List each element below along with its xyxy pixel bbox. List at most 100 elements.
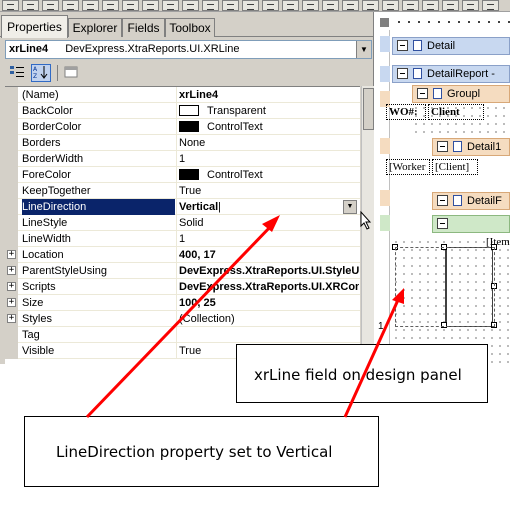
tab-fields[interactable]: Fields [122, 18, 165, 37]
property-row[interactable]: BackColor Transparent [5, 103, 360, 119]
property-row[interactable]: + Location 400, 17 [5, 247, 360, 263]
expand-icon[interactable]: + [7, 266, 16, 275]
column-divider[interactable] [176, 199, 177, 215]
toolbar-button[interactable] [142, 0, 159, 11]
property-row[interactable]: (Name) xrLine4 [5, 87, 360, 103]
toolbar-button[interactable] [222, 0, 239, 11]
property-row[interactable]: + Size 100, 25 [5, 295, 360, 311]
band-detailreport[interactable]: DetailReport - [392, 65, 510, 83]
expand-icon[interactable]: + [7, 314, 16, 323]
toolbar-button[interactable] [382, 0, 399, 11]
toolbar-button[interactable] [362, 0, 379, 11]
property-row[interactable]: BorderWidth 1 [5, 151, 360, 167]
grid-scrollbar[interactable] [361, 86, 374, 364]
property-value[interactable]: DevExpress.XtraReports.UI.StyleU [179, 263, 359, 279]
property-row[interactable]: Tag [5, 327, 360, 343]
column-divider[interactable] [176, 215, 177, 231]
property-row[interactable]: + Scripts DevExpress.XtraReports.UI.XRCon [5, 279, 360, 295]
column-divider[interactable] [176, 103, 177, 119]
toolbar-button[interactable] [182, 0, 199, 11]
property-value[interactable]: xrLine4 [179, 87, 359, 103]
toolbar-button[interactable] [22, 0, 39, 11]
property-value[interactable]: Transparent [179, 103, 359, 119]
collapse-icon[interactable] [437, 217, 448, 229]
worker-field[interactable]: [Worker [386, 159, 430, 175]
band-detail1[interactable]: Detail1 [432, 138, 510, 156]
toolbar-button[interactable] [82, 0, 99, 11]
toolbar-button[interactable] [62, 0, 79, 11]
expand-icon[interactable]: + [7, 298, 16, 307]
property-row[interactable]: LineDirection Vertical| ▼ [5, 199, 360, 215]
client-field[interactable]: [Client] [432, 159, 478, 175]
property-pages-icon[interactable] [61, 64, 81, 82]
property-row[interactable]: ForeColor ControlText [5, 167, 360, 183]
expand-icon[interactable]: + [7, 282, 16, 291]
band-detailf[interactable]: DetailF [432, 192, 510, 210]
property-value[interactable]: ControlText [179, 119, 359, 135]
tab-toolbox[interactable]: Toolbox [165, 18, 215, 37]
column-divider[interactable] [176, 295, 177, 311]
property-value[interactable]: 1 [179, 151, 359, 167]
column-divider[interactable] [176, 87, 177, 103]
toolbar-button[interactable] [122, 0, 139, 11]
column-divider[interactable] [176, 247, 177, 263]
property-value[interactable]: None [179, 135, 359, 151]
property-row[interactable]: LineStyle Solid [5, 215, 360, 231]
alphabetical-sort-icon[interactable]: AZ [31, 64, 51, 82]
property-value[interactable]: 1 [179, 231, 359, 247]
property-row[interactable]: + Styles (Collection) [5, 311, 360, 327]
property-value[interactable]: True [179, 183, 359, 199]
collapse-icon[interactable] [397, 39, 408, 51]
chevron-down-icon[interactable]: ▼ [343, 200, 357, 214]
toolbar-button[interactable] [302, 0, 319, 11]
toolbar-button[interactable] [202, 0, 219, 11]
toolbar-button[interactable] [242, 0, 259, 11]
object-selector[interactable]: xrLine4 DevExpress.XtraReports.UI.XRLine… [5, 40, 372, 59]
column-divider[interactable] [176, 167, 177, 183]
column-divider[interactable] [176, 327, 177, 343]
toolbar-button[interactable] [422, 0, 439, 11]
column-divider[interactable] [176, 343, 177, 359]
collapse-icon[interactable] [437, 140, 448, 152]
collapse-icon[interactable] [397, 67, 408, 79]
band-footer[interactable] [432, 215, 510, 233]
toolbar-button[interactable] [102, 0, 119, 11]
toolbar-button[interactable] [342, 0, 359, 11]
client-label[interactable]: Client [428, 104, 484, 120]
column-divider[interactable] [176, 183, 177, 199]
column-divider[interactable] [176, 311, 177, 327]
tab-properties[interactable]: Properties [1, 15, 68, 38]
toolbar-button[interactable] [462, 0, 479, 11]
column-divider[interactable] [176, 135, 177, 151]
property-value[interactable]: Vertical| ▼ [179, 199, 359, 215]
toolbar-button[interactable] [2, 0, 19, 11]
property-value[interactable] [179, 327, 359, 343]
column-divider[interactable] [176, 151, 177, 167]
property-value[interactable]: ControlText [179, 167, 359, 183]
toolbar-button[interactable] [322, 0, 339, 11]
property-value[interactable]: 100, 25 [179, 295, 359, 311]
column-divider[interactable] [176, 279, 177, 295]
categorized-icon[interactable] [7, 64, 27, 82]
band-detail[interactable]: Detail [392, 37, 510, 55]
chevron-down-icon[interactable]: ▼ [356, 41, 371, 58]
property-value[interactable]: 400, 17 [179, 247, 359, 263]
tab-explorer[interactable]: Explorer [68, 18, 122, 37]
wo-label[interactable]: WO#: [386, 104, 426, 120]
toolbar-button[interactable] [442, 0, 459, 11]
property-value[interactable]: DevExpress.XtraReports.UI.XRCon [179, 279, 359, 295]
column-divider[interactable] [176, 263, 177, 279]
toolbar-button[interactable] [482, 0, 499, 11]
collapse-icon[interactable] [437, 194, 448, 206]
collapse-icon[interactable] [417, 87, 428, 99]
toolbar-button[interactable] [402, 0, 419, 11]
property-value[interactable]: (Collection) [179, 311, 359, 327]
expand-icon[interactable]: + [7, 250, 16, 259]
property-row[interactable]: BorderColor ControlText [5, 119, 360, 135]
column-divider[interactable] [176, 231, 177, 247]
toolbar-button[interactable] [282, 0, 299, 11]
toolbar-button[interactable] [162, 0, 179, 11]
toolbar-button[interactable] [42, 0, 59, 11]
property-row[interactable]: KeepTogether True [5, 183, 360, 199]
property-row[interactable]: LineWidth 1 [5, 231, 360, 247]
